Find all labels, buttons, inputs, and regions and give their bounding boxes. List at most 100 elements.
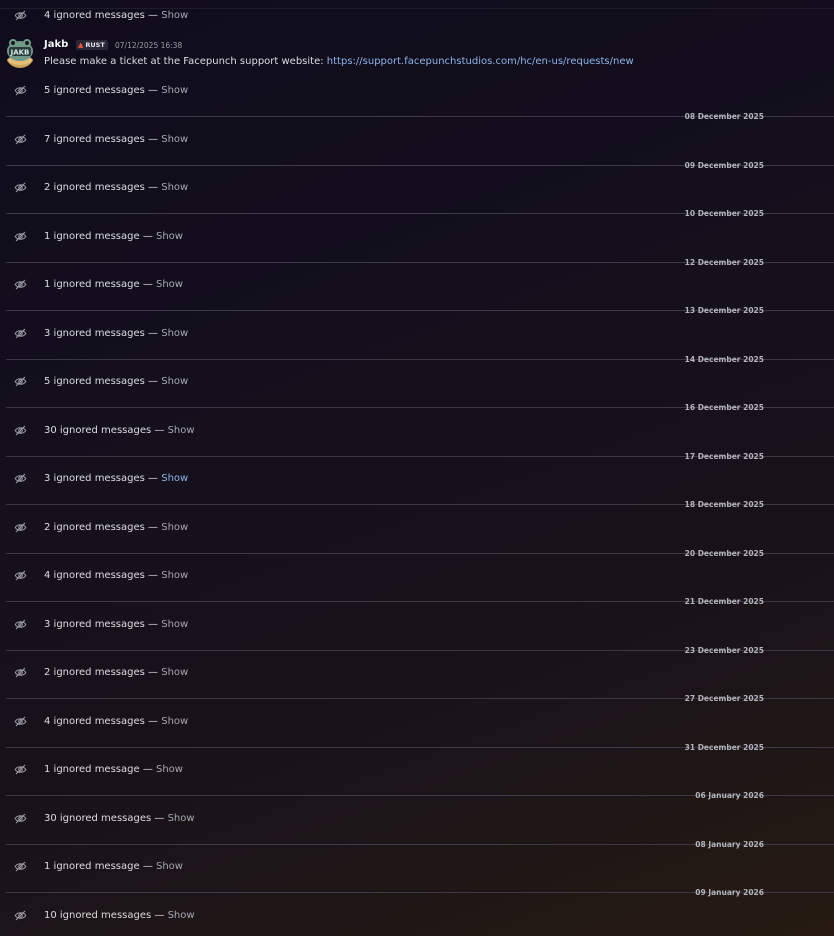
date-divider-label: 20 December 2025 [684,549,764,558]
show-ignored-link[interactable]: Show [161,522,188,533]
ignored-messages-row: 2 ignored messages — Show [0,519,834,539]
show-ignored-link[interactable]: Show [168,813,195,824]
support-link[interactable]: https://support.facepunchstudios.com/hc/… [327,56,634,67]
eye-slash-icon [14,570,27,581]
ignored-count-text: 4 ignored messages [44,10,145,21]
ignored-messages-label: 2 ignored messages — Show [44,181,188,194]
ignored-messages-row: 5 ignored messages — Show [0,82,834,102]
ignored-messages-row: 4 ignored messages — Show [0,713,834,733]
date-divider: 14 December 2025 [6,354,834,366]
show-ignored-link[interactable]: Show [156,231,183,242]
ignored-count-text: 5 ignored messages [44,85,145,96]
ignored-count-text: 1 ignored message [44,861,140,872]
eye-slash-icon [14,85,27,96]
show-ignored-link[interactable]: Show [161,619,188,630]
ignored-count-text: 2 ignored messages [44,667,145,678]
eye-slash-icon [14,425,27,436]
show-ignored-link[interactable]: Show [161,182,188,193]
ignored-messages-row: 1 ignored message — Show [0,761,834,781]
date-divider: 20 December 2025 [6,548,834,560]
ignored-messages-row: 30 ignored messages — Show [0,810,834,830]
show-ignored-link[interactable]: Show [161,10,188,21]
em-dash-separator: — [144,570,162,581]
em-dash-separator: — [144,522,162,533]
show-ignored-link[interactable]: Show [161,473,188,484]
ignored-messages-label: 1 ignored message — Show [44,230,183,243]
eye-slash-icon [14,182,27,193]
ignored-messages-row: 7 ignored messages — Show [0,131,834,151]
show-ignored-link[interactable]: Show [161,328,188,339]
show-ignored-link[interactable]: Show [168,910,195,921]
eye-slash-icon [14,813,27,824]
date-divider-label: 12 December 2025 [684,258,764,267]
show-ignored-link[interactable]: Show [156,764,183,775]
avatar[interactable]: JAKB [5,36,35,68]
show-ignored-link[interactable]: Show [161,667,188,678]
message-text: Please make a ticket at the Facepunch su… [44,56,327,67]
ignored-messages-row: 1 ignored message — Show [0,228,834,248]
date-divider: 31 December 2025 [6,742,834,754]
date-divider-label: 09 December 2025 [684,161,764,170]
date-divider: 13 December 2025 [6,305,834,317]
show-ignored-link[interactable]: Show [161,716,188,727]
ignored-count-text: 4 ignored messages [44,570,145,581]
date-divider-label: 10 December 2025 [684,209,764,218]
ignored-count-text: 30 ignored messages [44,813,152,824]
ignored-messages-label: 30 ignored messages — Show [44,812,195,825]
show-ignored-link[interactable]: Show [161,570,188,581]
date-divider-label: 06 January 2026 [695,791,764,800]
eye-slash-icon [14,473,27,484]
date-divider-label: 18 December 2025 [684,500,764,509]
ignored-messages-row: 2 ignored messages — Show [0,179,834,199]
date-divider: 23 December 2025 [6,645,834,657]
fire-icon: ▲ [78,40,84,49]
ignored-messages-label: 3 ignored messages — Show [44,472,188,485]
ignored-messages-row: 4 ignored messages — Show [0,567,834,587]
date-divider: 27 December 2025 [6,693,834,705]
ignored-count-text: 2 ignored messages [44,522,145,533]
show-ignored-link[interactable]: Show [161,85,188,96]
date-divider: 09 December 2025 [6,160,834,172]
username[interactable]: Jakb [44,39,68,51]
message-content: Please make a ticket at the Facepunch su… [44,55,634,68]
ignored-count-text: 4 ignored messages [44,716,145,727]
date-divider-label: 16 December 2025 [684,403,764,412]
ignored-count-text: 2 ignored messages [44,182,145,193]
date-divider-label: 27 December 2025 [684,694,764,703]
em-dash-separator: — [144,376,162,387]
ignored-count-text: 1 ignored message [44,231,140,242]
server-tag-badge[interactable]: ▲ RUST [76,40,108,50]
em-dash-separator: — [151,425,168,436]
date-divider-label: 14 December 2025 [684,355,764,364]
ignored-messages-row: 3 ignored messages — Show [0,616,834,636]
show-ignored-link[interactable]: Show [156,861,183,872]
ignored-messages-row: 3 ignored messages — Show [0,470,834,490]
em-dash-separator: — [144,10,162,21]
em-dash-separator: — [144,85,162,96]
date-divider: 09 January 2026 [6,887,834,899]
em-dash-separator: — [144,619,162,630]
date-divider: 18 December 2025 [6,499,834,511]
show-ignored-link[interactable]: Show [161,376,188,387]
ignored-count-text: 5 ignored messages [44,376,145,387]
date-divider-label: 31 December 2025 [684,743,764,752]
ignored-messages-label: 1 ignored message — Show [44,763,183,776]
eye-slash-icon [14,667,27,678]
show-ignored-link[interactable]: Show [156,279,183,290]
em-dash-separator: — [151,910,168,921]
em-dash-separator: — [144,134,162,145]
eye-slash-icon [14,231,27,242]
ignored-messages-row: 30 ignored messages — Show [0,422,834,442]
show-ignored-link[interactable]: Show [161,134,188,145]
ignored-messages-label: 4 ignored messages — Show [44,715,188,728]
ignored-messages-label: 3 ignored messages — Show [44,327,188,340]
date-divider-label: 08 January 2026 [695,840,764,849]
show-ignored-link[interactable]: Show [168,425,195,436]
ignored-messages-row: 1 ignored message — Show [0,276,834,296]
date-divider-label: 23 December 2025 [684,646,764,655]
ignored-messages-label: 30 ignored messages — Show [44,424,195,437]
ignored-messages-row: 5 ignored messages — Show [0,373,834,393]
em-dash-separator: — [139,231,156,242]
ignored-messages-label: 4 ignored messages — Show [44,9,188,22]
date-divider: 16 December 2025 [6,402,834,414]
